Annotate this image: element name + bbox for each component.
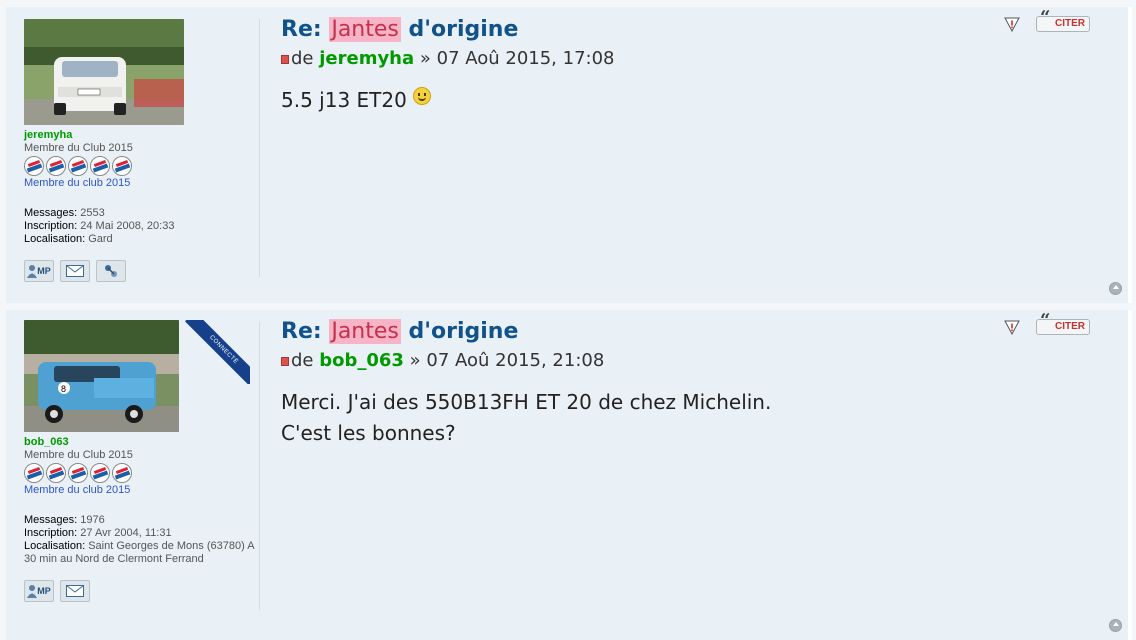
quote-icon: “ [1040,7,1051,28]
post: jeremyha Membre du Club 2015 Membre du c… [6,7,1132,303]
club-badge-icon [68,463,88,483]
avatar[interactable] [24,19,184,125]
club-badges [24,156,254,176]
post-body-line: Merci. J'ai des 550B13FH ET 20 de chez M… [281,390,772,414]
warning-icon [1004,17,1020,32]
localisation-value: Gard [88,233,113,245]
envelope-icon [66,265,84,277]
title-prefix: Re: [281,17,330,42]
network-icon [105,265,117,277]
post-title[interactable]: Re: Jantes d'origine [281,15,1110,45]
post-divider [259,19,260,277]
contact-buttons: MP [24,260,254,282]
messages-count: 2553 [80,207,105,219]
club-badge-icon [68,156,88,176]
title-prefix: Re: [281,319,330,344]
user-rank: Membre du Club 2015 [24,142,133,154]
club-badge-icon [90,463,110,483]
quote-label: CITER [1055,18,1085,29]
mp-label: MP [37,266,51,276]
user-stats: Messages: 2553 Inscription: 24 Mai 2008,… [24,207,254,246]
author-prefix: de [291,48,320,69]
inscription-label: Inscription: [24,527,78,539]
inscription-date: 24 Mai 2008, 20:33 [80,220,175,232]
post-author-line: de jeremyha » 07 Aoû 2015, 17:08 [281,47,1110,71]
private-message-button[interactable]: MP [24,260,54,282]
panel-edge [1128,7,1132,303]
user-stats: Messages: 1976 Inscription: 27 Avr 2004,… [24,514,254,566]
svg-text:8: 8 [61,384,66,394]
user-icon [27,265,38,278]
user-icon [27,585,38,598]
email-button[interactable] [60,260,90,282]
post-actions: “ CITER [1004,9,1090,32]
private-message-button[interactable]: MP [24,580,54,602]
messages-label: Messages: [24,207,78,219]
avatar[interactable]: 8 [24,320,179,432]
post-body: Merci. J'ai des 550B13FH ET 20 de chez M… [281,387,1110,449]
author-link[interactable]: bob_063 [319,350,404,371]
quote-icon: “ [1040,310,1051,331]
badge-caption: Membre du club 2015 [24,177,131,189]
post-date: » 07 Aoû 2015, 21:08 [403,350,605,371]
panel-edge [1128,310,1132,640]
post-profile: 8 CONNECTÉ bob_063 Membre du Club 2015 M… [24,320,254,602]
author-link[interactable]: jeremyha [319,48,414,69]
club-badge-icon [46,156,66,176]
contact-buttons: MP [24,580,254,602]
post-date: » 07 Aoû 2015, 17:08 [414,48,615,69]
envelope-icon [66,585,84,597]
post-content: Re: Jantes d'origine de bob_063 » 07 Aoû… [281,317,1110,449]
messages-label: Messages: [24,514,78,526]
quote-label: CITER [1055,321,1085,332]
post-body: 5.5 j13 ET20 [281,85,1110,116]
title-highlight: Jantes [329,319,401,344]
title-highlight: Jantes [329,17,401,42]
report-button[interactable] [1004,16,1020,32]
club-badge-icon [46,463,66,483]
quote-button[interactable]: “ CITER [1036,9,1090,32]
localisation-label: Localisation: [24,233,86,245]
post-icon[interactable] [281,54,289,64]
online-ribbon-label: CONNECTÉ [184,320,250,384]
club-badges [24,463,254,483]
back-to-top-icon[interactable] [1109,619,1122,632]
author-prefix: de [291,350,320,371]
online-ribbon: CONNECTÉ [184,320,250,384]
report-button[interactable] [1004,319,1020,335]
post-icon[interactable] [281,356,289,366]
post-author-line: de bob_063 » 07 Aoû 2015, 21:08 [281,349,1110,373]
mp-label: MP [37,586,51,596]
post-title[interactable]: Re: Jantes d'origine [281,317,1110,347]
post-body-line: C'est les bonnes? [281,421,456,445]
inscription-label: Inscription: [24,220,78,232]
post-body-line: 5.5 j13 ET20 [281,88,407,112]
post-actions: “ CITER [1004,312,1090,335]
post-divider [259,322,260,610]
badge-caption: Membre du club 2015 [24,484,131,496]
title-suffix: d'origine [400,17,519,42]
user-rank: Membre du Club 2015 [24,449,133,461]
username[interactable]: jeremyha [24,129,254,142]
messages-count: 1976 [80,514,105,526]
club-badge-icon [24,156,44,176]
email-button[interactable] [60,580,90,602]
club-badge-icon [90,156,110,176]
title-suffix: d'origine [400,319,519,344]
post-content: Re: Jantes d'origine de jeremyha » 07 Ao… [281,15,1110,116]
club-badge-icon [24,463,44,483]
inscription-date: 27 Avr 2004, 11:31 [80,527,172,539]
smiley-icon [412,87,431,105]
username[interactable]: bob_063 [24,436,254,449]
post-profile: jeremyha Membre du Club 2015 Membre du c… [24,19,254,282]
profile-link-button[interactable] [96,260,126,282]
club-badge-icon [112,156,132,176]
warning-icon [1004,320,1020,335]
localisation-label: Localisation: [24,540,86,552]
back-to-top-icon[interactable] [1109,282,1122,295]
quote-button[interactable]: “ CITER [1036,312,1090,335]
club-badge-icon [112,463,132,483]
post: 8 CONNECTÉ bob_063 Membre du Club 2015 M… [6,310,1132,640]
